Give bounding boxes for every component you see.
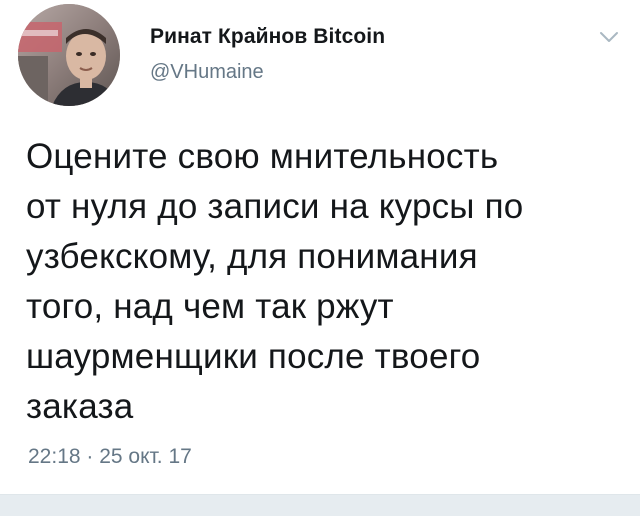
author-display-name[interactable]: Ринат Крайнов Bitcoin: [150, 24, 385, 50]
divider: [0, 494, 640, 516]
chevron-down-icon[interactable]: [598, 30, 620, 44]
tweet-timestamp[interactable]: 22:18 · 25 окт. 17: [28, 444, 192, 470]
author-handle[interactable]: @VHumaine: [150, 60, 385, 84]
tweet-text: Оцените свою мнительность от нуля до зап…: [26, 137, 524, 426]
tweet-card: Ринат Крайнов Bitcoin @VHumaine Оцените …: [0, 0, 640, 516]
tweet-author[interactable]: Ринат Крайнов Bitcoin @VHumaine: [150, 24, 385, 84]
avatar-photo: [18, 4, 120, 106]
avatar[interactable]: [18, 4, 120, 106]
